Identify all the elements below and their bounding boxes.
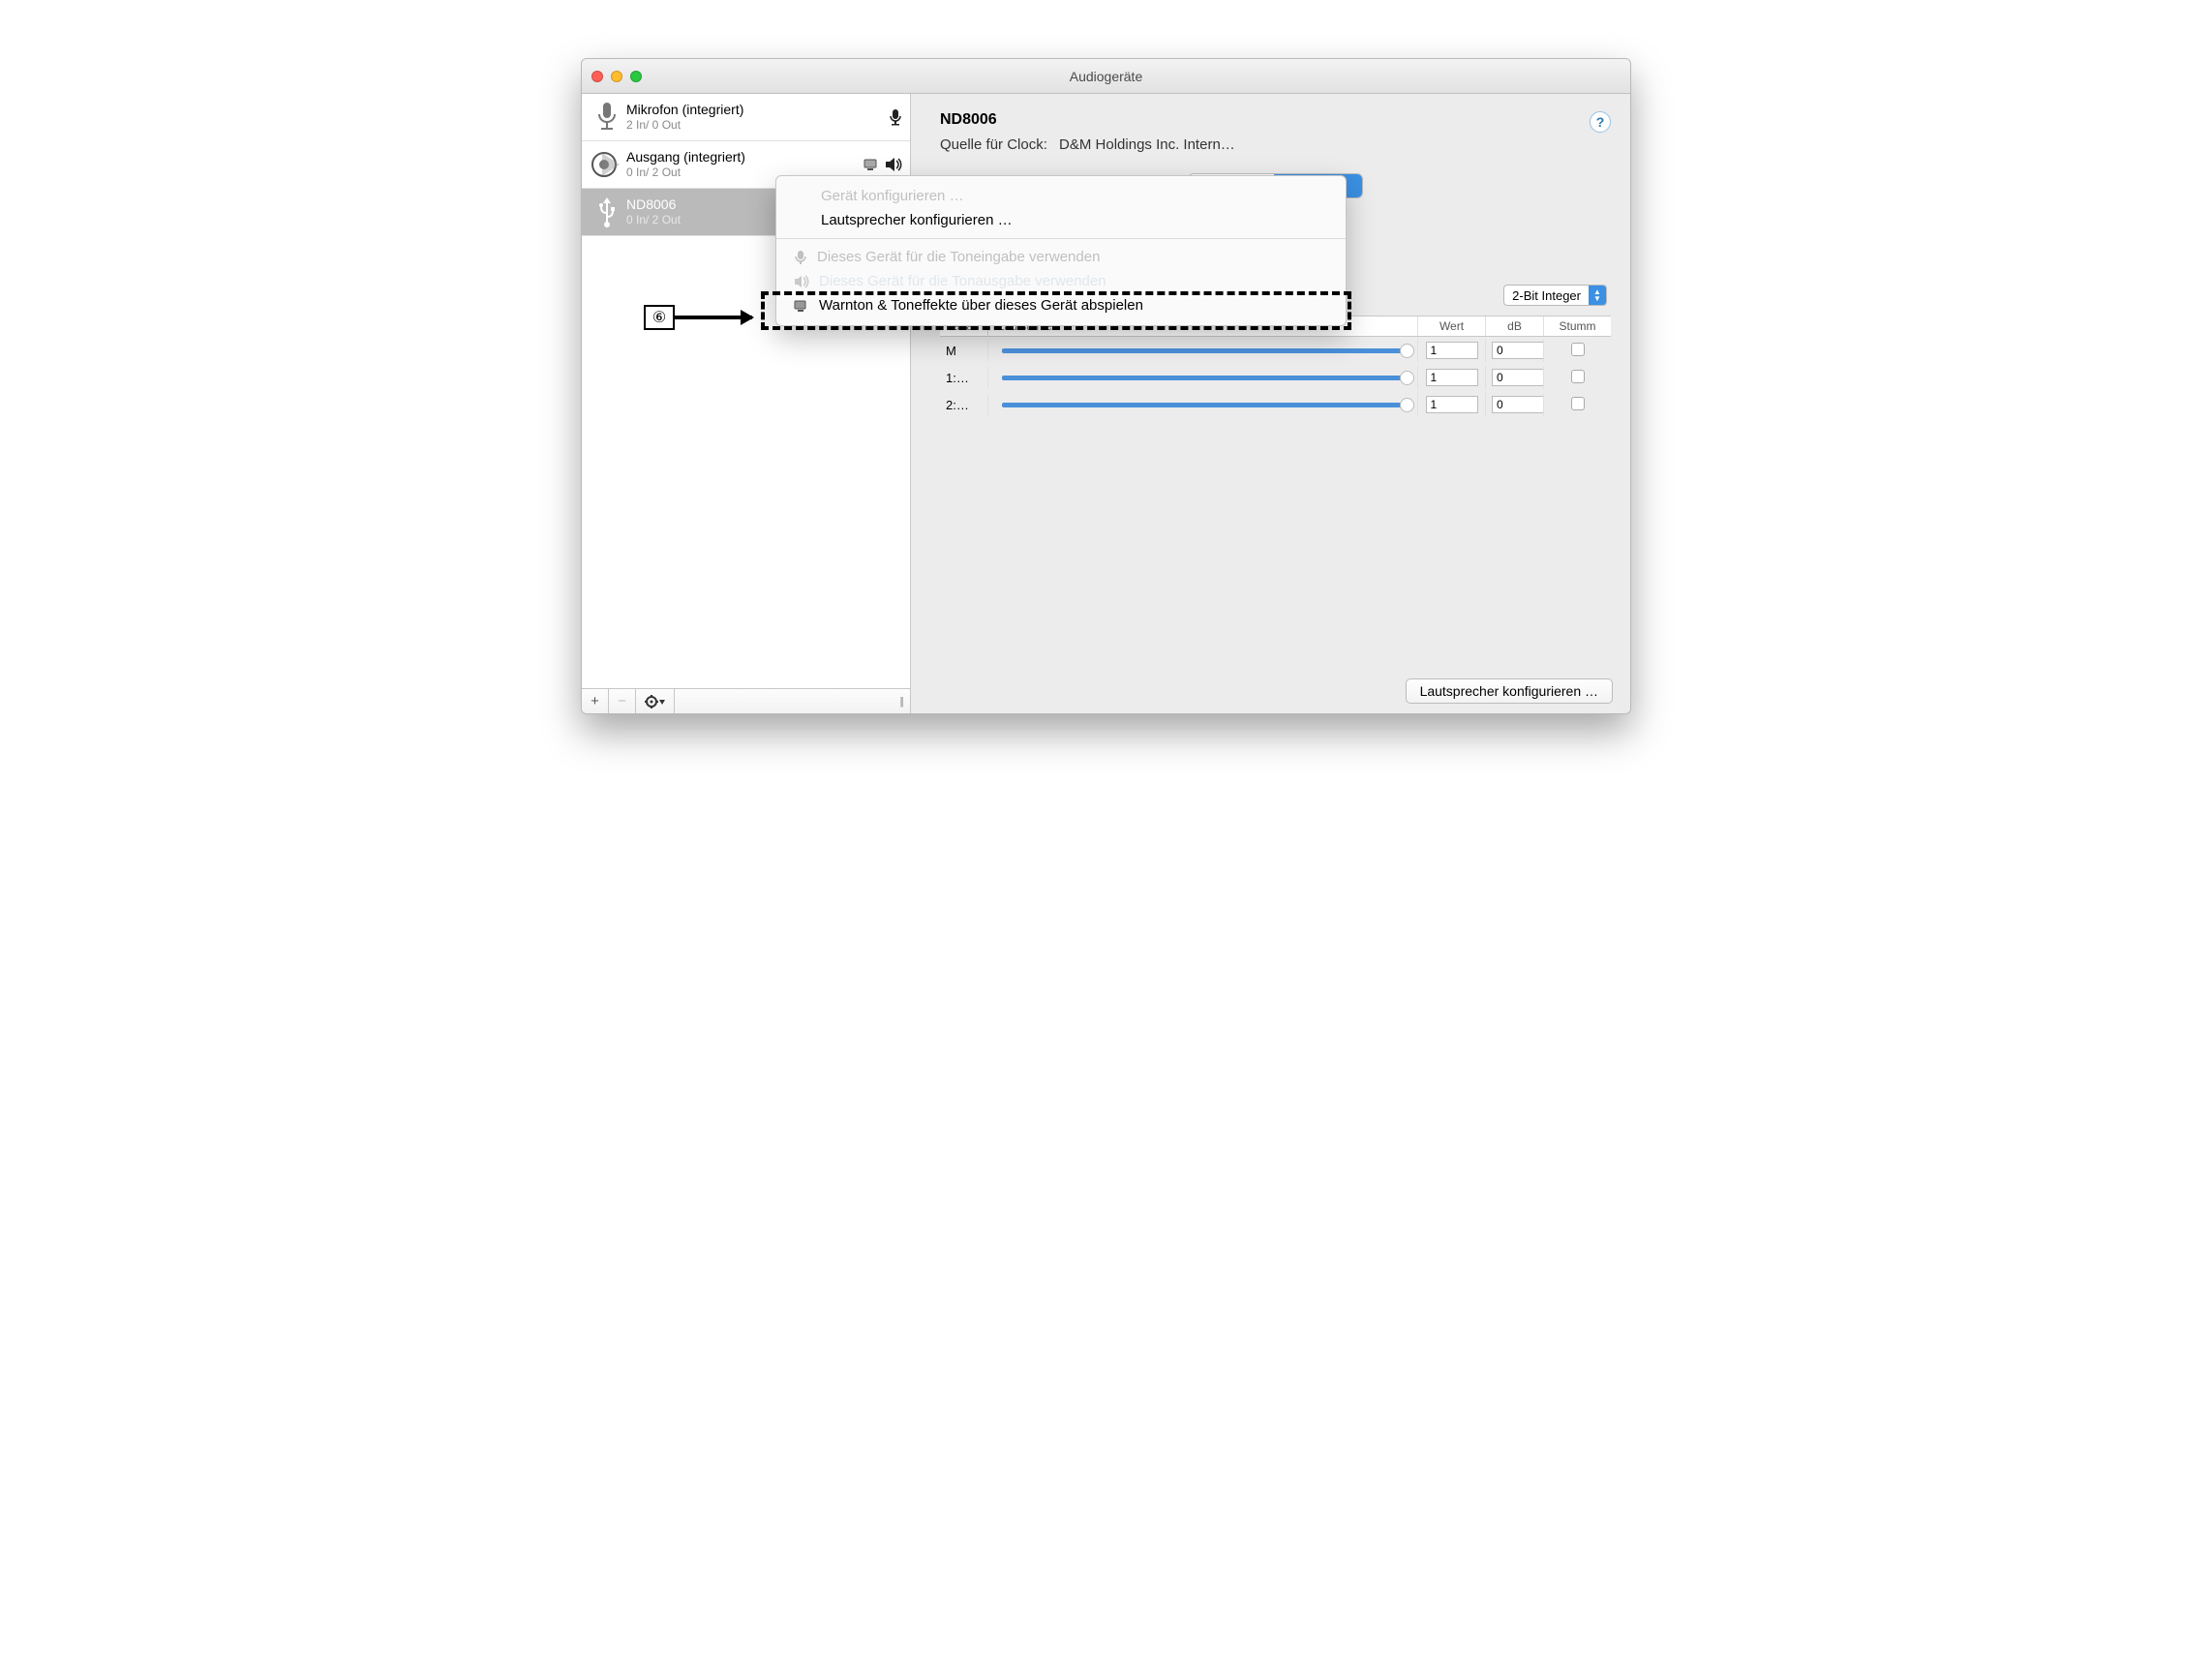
channel-row: 2:… — [940, 391, 1611, 418]
channel-row: M — [940, 337, 1611, 364]
help-button[interactable]: ? — [1590, 111, 1611, 133]
format-select[interactable]: 2-Bit Integer ▲▼ — [1503, 285, 1607, 306]
db-input[interactable] — [1492, 396, 1544, 413]
clock-source-label: Quelle für Clock: — [940, 136, 1047, 153]
volume-slider[interactable] — [1002, 376, 1408, 380]
menu-play-alerts[interactable]: Warnton & Toneffekte über dieses Gerät a… — [776, 293, 1346, 317]
clock-source-value[interactable]: D&M Holdings Inc. Intern… — [1059, 136, 1235, 153]
window-title: Audiogeräte — [582, 69, 1630, 84]
sound-output-icon — [885, 157, 902, 172]
device-context-menu: Gerät konfigurieren … Lautsprecher konfi… — [775, 175, 1347, 326]
db-input[interactable] — [1492, 342, 1544, 359]
wert-input[interactable] — [1426, 369, 1478, 386]
selected-device-title: ND8006 — [940, 111, 1590, 129]
col-wert: Wert — [1417, 316, 1485, 336]
menu-configure-device[interactable]: Gerät konfigurieren … — [776, 184, 1346, 208]
mute-checkbox[interactable] — [1571, 370, 1585, 383]
device-name: Ausgang (integriert) — [626, 149, 864, 166]
channel-label: 1:… — [940, 368, 988, 388]
wert-input[interactable] — [1426, 396, 1478, 413]
device-io: 2 In/ 0 Out — [626, 118, 889, 133]
channel-label: 2:… — [940, 395, 988, 415]
resize-grip-icon[interactable]: ||| — [899, 696, 910, 708]
channel-table: Kanal Lautstärke Wert dB Stumm M — [940, 316, 1611, 418]
microphone-icon — [588, 98, 626, 136]
speaker-icon — [794, 275, 809, 288]
speaker-cone-icon — [588, 145, 626, 184]
menu-use-for-input[interactable]: Dieses Gerät für die Toneingabe verwende… — [776, 245, 1346, 269]
configure-speakers-button[interactable]: Lautsprecher konfigurieren … — [1406, 678, 1613, 704]
remove-device-button[interactable]: − — [609, 689, 636, 713]
gear-menu-button[interactable] — [636, 689, 675, 713]
col-db: dB — [1485, 316, 1543, 336]
db-input[interactable] — [1492, 369, 1544, 386]
channel-label: M — [940, 341, 988, 361]
mute-checkbox[interactable] — [1571, 343, 1585, 356]
usb-icon — [588, 193, 626, 231]
volume-slider[interactable] — [1002, 403, 1408, 407]
audio-devices-window: Audiogeräte Mikrofon (integriert) 2 In/ … — [581, 58, 1631, 714]
wert-input[interactable] — [1426, 342, 1478, 359]
col-stumm: Stumm — [1543, 316, 1611, 336]
channel-row: 1:… — [940, 364, 1611, 391]
stepper-arrows-icon: ▲▼ — [1589, 286, 1606, 305]
sidebar-toolbar: + − ||| — [582, 688, 910, 713]
device-item-mic[interactable]: Mikrofon (integriert) 2 In/ 0 Out — [582, 94, 910, 141]
titlebar: Audiogeräte — [582, 59, 1630, 94]
mic-badge-icon — [889, 108, 902, 126]
device-name: Mikrofon (integriert) — [626, 102, 889, 119]
menu-use-for-output[interactable]: Dieses Gerät für die Tonausgabe verwende… — [776, 269, 1346, 293]
system-output-icon — [864, 158, 881, 171]
volume-slider[interactable] — [1002, 348, 1408, 353]
add-device-button[interactable]: + — [582, 689, 609, 713]
format-value: 2-Bit Integer — [1504, 288, 1589, 303]
microphone-icon — [794, 250, 807, 265]
system-icon — [794, 299, 809, 313]
mute-checkbox[interactable] — [1571, 397, 1585, 410]
menu-configure-speakers[interactable]: Lautsprecher konfigurieren … — [776, 208, 1346, 232]
